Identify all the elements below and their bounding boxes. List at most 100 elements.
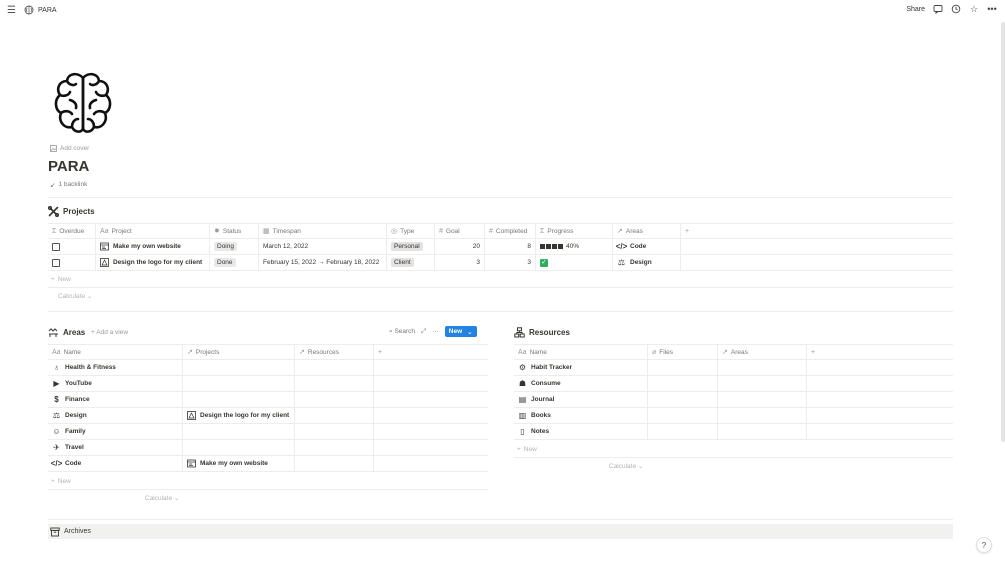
breadcrumb[interactable]: PARA	[24, 5, 57, 15]
col-name[interactable]: Aa Name	[514, 345, 648, 359]
resources-calculate[interactable]: Calculate ⌄	[609, 462, 643, 470]
resources-new-row-button[interactable]: + New	[517, 446, 537, 453]
resources-cell[interactable]	[295, 456, 374, 471]
areas-cell[interactable]	[718, 392, 807, 407]
search-button[interactable]: ⌕ Search	[389, 328, 415, 336]
add-cover-button[interactable]: Add cover	[50, 145, 89, 152]
resources-header[interactable]: Resources	[514, 327, 570, 338]
status-cell[interactable]: Doing	[210, 239, 259, 254]
star-icon[interactable]: ☆	[969, 4, 979, 14]
table-row[interactable]: ⚙ Habit Tracker	[514, 360, 953, 376]
timespan-cell[interactable]: February 15, 2022 → February 18, 2022	[259, 255, 387, 270]
name-cell[interactable]: ⚖ Design	[48, 408, 183, 423]
type-cell[interactable]: Client	[387, 255, 435, 270]
areas-cell[interactable]	[718, 360, 807, 375]
menu-icon[interactable]: ☰	[7, 6, 16, 16]
brain-page-icon[interactable]	[52, 70, 114, 136]
projects-cell[interactable]	[183, 376, 295, 391]
completed-cell[interactable]: 8	[485, 239, 536, 254]
table-row[interactable]: ✈ Travel	[48, 440, 488, 456]
add-column-button[interactable]: +	[374, 345, 488, 359]
table-row[interactable]: ♁ Health & Fitness	[48, 360, 488, 376]
project-cell[interactable]: Make my own website	[96, 239, 210, 254]
name-cell[interactable]: $ Finance	[48, 392, 183, 407]
name-cell[interactable]: ✈ Travel	[48, 440, 183, 455]
resources-cell[interactable]	[295, 408, 374, 423]
table-row[interactable]: ☺ Family	[48, 424, 488, 440]
files-cell[interactable]	[648, 392, 718, 407]
projects-header[interactable]: Projects	[48, 206, 95, 217]
projects-calculate[interactable]: Calculate ⌄	[58, 292, 92, 300]
areas-cell[interactable]	[718, 376, 807, 391]
col-status[interactable]: ✹ Status	[210, 224, 259, 238]
table-row[interactable]: ☗ Consume	[514, 376, 953, 392]
col-type[interactable]: ◎ Type	[387, 224, 435, 238]
expand-icon[interactable]: ⤢	[421, 328, 426, 336]
projects-cell[interactable]: Design the logo for my client	[183, 408, 295, 423]
col-resources[interactable]: ↗ Resources	[295, 345, 374, 359]
table-row[interactable]: ▥ Books	[514, 408, 953, 424]
add-column-button[interactable]: +	[807, 345, 953, 359]
areas-header[interactable]: Areas	[48, 327, 85, 338]
more-icon[interactable]: •••	[987, 4, 997, 14]
comment-icon[interactable]	[933, 4, 943, 14]
history-icon[interactable]	[951, 4, 961, 14]
name-cell[interactable]: ☗ Consume	[514, 376, 648, 391]
col-completed[interactable]: # Completed	[485, 224, 536, 238]
name-cell[interactable]: ▶ YouTube	[48, 376, 183, 391]
col-goal[interactable]: # Goal	[435, 224, 485, 238]
areas-cell[interactable]: </> Code	[613, 239, 681, 254]
projects-cell[interactable]	[183, 440, 295, 455]
areas-new-row-button[interactable]: + New	[51, 478, 71, 485]
projects-cell[interactable]: Make my own website	[183, 456, 295, 471]
goal-cell[interactable]: 20	[435, 239, 485, 254]
new-button[interactable]: New ⌄	[444, 326, 477, 337]
name-cell[interactable]: ⚙ Habit Tracker	[514, 360, 648, 375]
resources-cell[interactable]	[295, 440, 374, 455]
col-areas[interactable]: ↗ Areas	[718, 345, 807, 359]
projects-cell[interactable]	[183, 424, 295, 439]
files-cell[interactable]	[648, 408, 718, 423]
areas-cell[interactable]	[718, 408, 807, 423]
files-cell[interactable]	[648, 360, 718, 375]
projects-new-row-button[interactable]: + New	[51, 276, 71, 283]
table-row[interactable]: ⚖ Design Design the logo for my client	[48, 408, 488, 424]
name-cell[interactable]: ☺ Family	[48, 424, 183, 439]
checkbox[interactable]	[52, 242, 60, 251]
more-icon[interactable]: ···	[432, 328, 439, 335]
resources-cell[interactable]	[295, 360, 374, 375]
name-cell[interactable]: </> Code	[48, 456, 183, 471]
name-cell[interactable]: ▯ Notes	[514, 424, 648, 439]
col-overdue[interactable]: Σ Overdue	[48, 224, 96, 238]
table-row[interactable]: Make my own website Doing March 12, 2022…	[48, 239, 953, 255]
table-row[interactable]: ▤ Journal	[514, 392, 953, 408]
name-cell[interactable]: ▥ Books	[514, 408, 648, 423]
col-name[interactable]: Aa Name	[48, 345, 183, 359]
backlink-button[interactable]: ↙ 1 backlink	[50, 181, 87, 189]
projects-cell[interactable]	[183, 392, 295, 407]
goal-cell[interactable]: 3	[435, 255, 485, 270]
col-project[interactable]: Aa Project	[96, 224, 210, 238]
help-button[interactable]: ?	[976, 537, 992, 553]
col-areas[interactable]: ↗ Areas	[613, 224, 681, 238]
table-row[interactable]: ▶ YouTube	[48, 376, 488, 392]
name-cell[interactable]: ▤ Journal	[514, 392, 648, 407]
status-cell[interactable]: Done	[210, 255, 259, 270]
table-row[interactable]: ▯ Notes	[514, 424, 953, 440]
files-cell[interactable]	[648, 376, 718, 391]
col-files[interactable]: ⌀ Files	[648, 345, 718, 359]
projects-cell[interactable]	[183, 360, 295, 375]
col-projects[interactable]: ↗ Projects	[183, 345, 295, 359]
project-cell[interactable]: Design the logo for my client	[96, 255, 210, 270]
col-timespan[interactable]: ▦ Timespan	[259, 224, 387, 238]
add-column-button[interactable]: +	[681, 224, 953, 238]
resources-cell[interactable]	[295, 424, 374, 439]
share-button[interactable]: Share	[906, 6, 925, 13]
table-row[interactable]: Design the logo for my client Done Febru…	[48, 255, 953, 271]
name-cell[interactable]: ♁ Health & Fitness	[48, 360, 183, 375]
page-title[interactable]: PARA	[48, 158, 89, 175]
areas-calculate[interactable]: Calculate ⌄	[145, 494, 179, 502]
resources-cell[interactable]	[295, 376, 374, 391]
areas-cell[interactable]	[718, 424, 807, 439]
col-progress[interactable]: Σ Progress	[536, 224, 613, 238]
